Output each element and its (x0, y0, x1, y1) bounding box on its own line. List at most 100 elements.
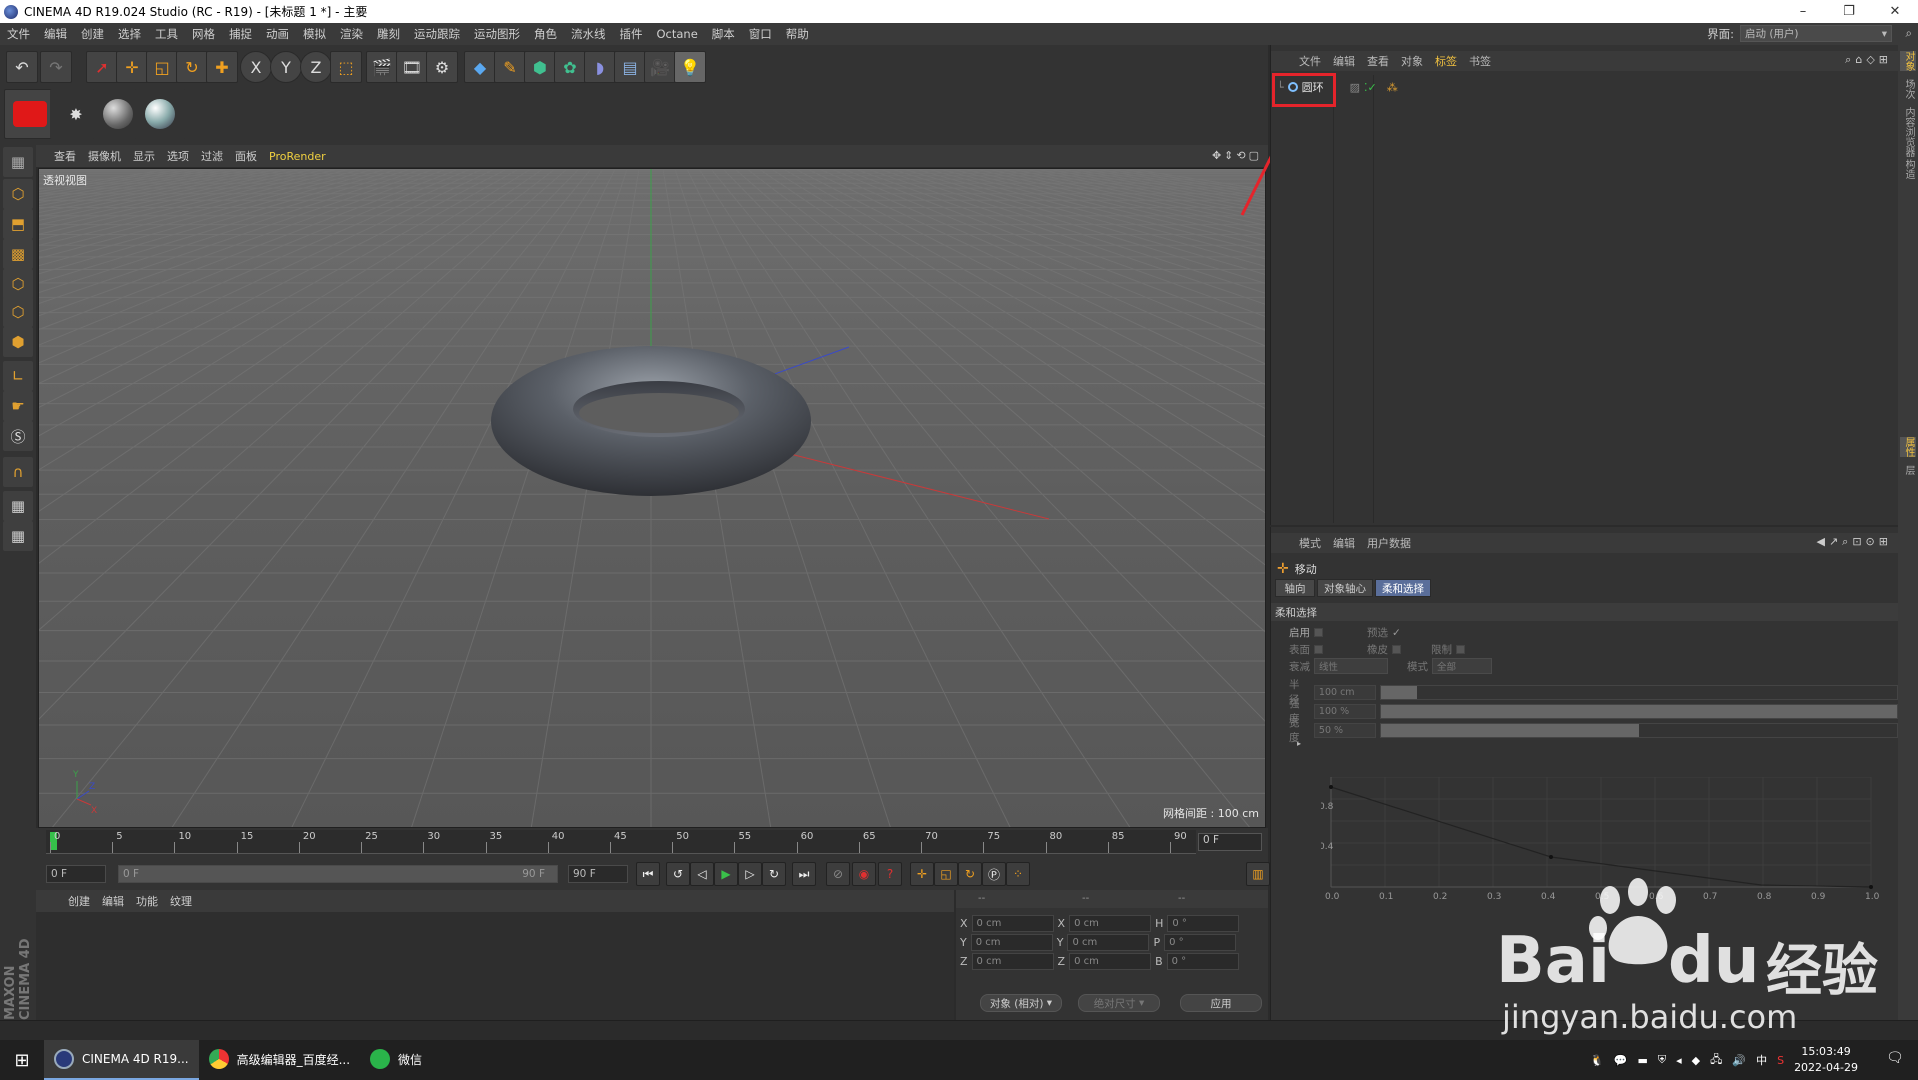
graph-expand-icon[interactable]: ▸ (1297, 739, 1301, 748)
menu-help[interactable]: 帮助 (779, 26, 816, 42)
goto-start-button[interactable]: ⏮ (636, 862, 660, 886)
close-button[interactable]: ✕ (1872, 0, 1918, 23)
redo-button[interactable]: ↷ (40, 51, 72, 83)
viewport-menu-cameras[interactable]: 摄像机 (82, 148, 127, 164)
om-menu-file[interactable]: 文件 (1293, 53, 1327, 69)
key-rotation-icon[interactable]: ↻ (958, 862, 982, 886)
timeline-window-icon[interactable]: ▥ (1246, 862, 1270, 886)
object-list[interactable] (1271, 75, 1899, 523)
taskbar-app-wechat[interactable]: 微信 (360, 1040, 432, 1080)
surface-checkbox[interactable] (1314, 645, 1323, 654)
folder-tray-icon[interactable]: ▬ (1637, 1054, 1647, 1067)
falloff-dropdown[interactable]: 线性 (1314, 658, 1388, 674)
am-menu-user-data[interactable]: 用户数据 (1361, 535, 1417, 551)
tab-object-axis[interactable]: 对象轴心 (1317, 579, 1373, 597)
menu-simulate[interactable]: 模拟 (296, 26, 333, 42)
play-button[interactable]: ▶ (714, 862, 738, 886)
model-mode-icon[interactable]: ⬡ (3, 179, 33, 209)
render-view-icon[interactable]: 🎬 (366, 51, 398, 83)
cloner-icon[interactable]: ✿ (554, 51, 586, 83)
menu-select[interactable]: 选择 (111, 26, 148, 42)
menu-motion-tracker[interactable]: 运动跟踪 (407, 26, 467, 42)
last-tool-icon[interactable]: ✚ (206, 51, 238, 83)
live-selection-icon[interactable]: ➚ (86, 51, 118, 83)
preview-check-icon[interactable]: ✓ (1392, 627, 1401, 639)
layout-dropdown[interactable]: 启动 (用户) ▾ (1740, 25, 1892, 42)
cube-primitive-icon[interactable]: ◆ (464, 51, 496, 83)
viewport-menu-panel[interactable]: 面板 (229, 148, 263, 164)
menu-file[interactable]: 文件 (0, 26, 37, 42)
menu-snap[interactable]: 捕捉 (222, 26, 259, 42)
mode-dropdown[interactable]: 全部 (1432, 658, 1492, 674)
menu-script[interactable]: 脚本 (705, 26, 742, 42)
layer-icon[interactable]: ▨ (1350, 81, 1360, 94)
viewport-menu-display[interactable]: 显示 (127, 148, 161, 164)
menu-mograph[interactable]: 运动图形 (467, 26, 527, 42)
viewport-menu-view[interactable]: 查看 (48, 148, 82, 164)
menu-pipeline[interactable]: 流水线 (564, 26, 613, 42)
tab-axis[interactable]: 轴向 (1275, 579, 1315, 597)
menu-edit[interactable]: 编辑 (37, 26, 74, 42)
side-tab-layers[interactable]: 层 (1900, 465, 1916, 475)
om-menu-edit[interactable]: 编辑 (1327, 53, 1361, 69)
timeline-ruler[interactable]: 0 5 10 15 20 25 30 35 40 45 50 55 60 65 70 75 80 85 90 0 F (36, 828, 1268, 858)
perspective-viewport[interactable]: Y Z X 透视视图 网格间距 : 100 cm (38, 168, 1266, 828)
menu-window[interactable]: 窗口 (742, 26, 779, 42)
rotation-h-field[interactable]: 0 ° (1167, 914, 1240, 932)
menu-mesh[interactable]: 网格 (185, 26, 222, 42)
key-parameter-icon[interactable]: Ⓟ (982, 862, 1006, 886)
edges-mode-icon[interactable]: ⬡ (3, 297, 33, 327)
axis-x-button[interactable]: X (240, 51, 272, 83)
menu-render[interactable]: 渲染 (333, 26, 370, 42)
material-menu-create[interactable]: 创建 (62, 893, 96, 909)
width-slider[interactable] (1379, 722, 1898, 738)
sogou-icon[interactable]: S (1777, 1054, 1784, 1067)
ime-indicator[interactable]: 中 (1756, 1052, 1767, 1068)
position-z-field[interactable]: 0 cm (971, 952, 1054, 970)
end-frame-field[interactable]: 90 F (568, 865, 628, 883)
frame-range-slider[interactable]: 0 F 90 F (118, 865, 558, 883)
grid-lock-icon[interactable]: ▦ (3, 491, 33, 521)
render-settings-icon[interactable]: ⚙ (426, 51, 458, 83)
om-menu-objects[interactable]: 对象 (1395, 53, 1429, 69)
axis-z-button[interactable]: Z (300, 51, 332, 83)
autokey-icon[interactable]: ? (878, 862, 902, 886)
prev-frame-button[interactable]: ◁ (690, 862, 714, 886)
rotation-p-field[interactable]: 0 ° (1164, 933, 1237, 951)
am-menu-mode[interactable]: 模式 (1293, 535, 1327, 551)
width-field[interactable]: 50 % (1313, 722, 1376, 738)
subdivision-surface-icon[interactable]: ⬢ (524, 51, 556, 83)
axis-mode-icon[interactable]: ∟ (3, 361, 33, 391)
next-frame-button[interactable]: ▷ (738, 862, 762, 886)
rotation-b-field[interactable]: 0 ° (1166, 952, 1239, 970)
volume-icon[interactable]: 🔊 (1732, 1054, 1746, 1067)
shield-icon[interactable]: ⛨ (1658, 1053, 1666, 1067)
goto-end-button[interactable]: ⏭ (792, 862, 816, 886)
arrow-tray-icon[interactable]: ◂ (1676, 1054, 1682, 1067)
scale-tool-icon[interactable]: ◱ (146, 51, 178, 83)
key-scale-icon[interactable]: ◱ (934, 862, 958, 886)
restore-button[interactable]: ❐ (1826, 0, 1872, 23)
om-menu-view[interactable]: 查看 (1361, 53, 1395, 69)
deformer-icon[interactable]: ◗ (584, 51, 616, 83)
make-editable-icon[interactable]: ▦ (3, 147, 33, 177)
menu-sculpt[interactable]: 雕刻 (370, 26, 407, 42)
taskbar-app-chrome[interactable]: 高级编辑器_百度经... (199, 1040, 360, 1080)
menu-create[interactable]: 创建 (74, 26, 111, 42)
key-position-icon[interactable]: ✛ (910, 862, 934, 886)
am-menu-edit[interactable]: 编辑 (1327, 535, 1361, 551)
octane-glossy-material-icon[interactable] (134, 89, 186, 139)
position-y-field[interactable]: 0 cm (970, 933, 1053, 951)
material-menu-function[interactable]: 功能 (130, 893, 164, 909)
workplane-icon[interactable]: ▩ (3, 239, 33, 269)
position-x-field[interactable]: 0 cm (971, 914, 1054, 932)
side-tab-takes[interactable]: 场次 (1900, 79, 1916, 99)
rubber-checkbox[interactable] (1392, 645, 1401, 654)
workplane-lock-icon[interactable]: ▦ (3, 521, 33, 551)
render-picture-viewer-icon[interactable]: 🎞 (396, 51, 428, 83)
polygons-mode-icon[interactable]: ⬢ (3, 327, 33, 357)
magnet-icon[interactable]: ∩ (3, 457, 33, 487)
viewport-menu-options[interactable]: 选项 (161, 148, 195, 164)
next-key-button[interactable]: ↻ (762, 862, 786, 886)
camera-icon[interactable]: 🎥 (644, 51, 676, 83)
